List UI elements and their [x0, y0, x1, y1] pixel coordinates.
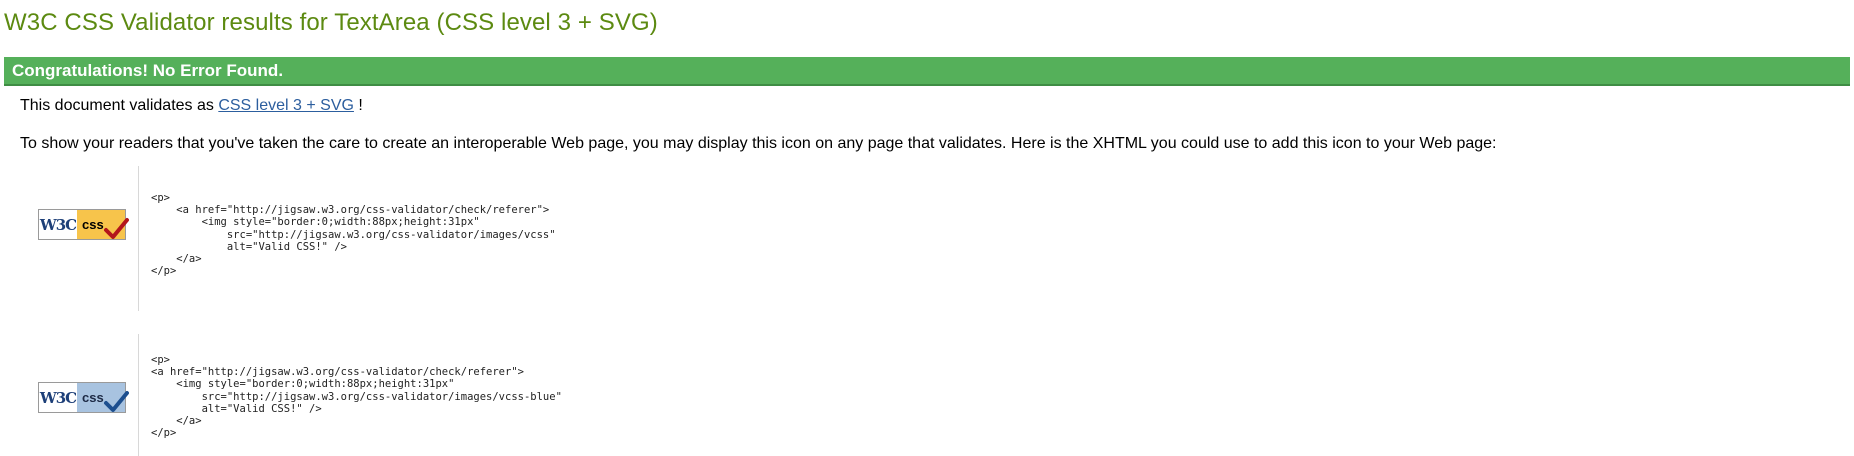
success-heading: Congratulations! No Error Found. [12, 61, 284, 80]
w3c-css-valid-badge-blue-icon[interactable]: W3C css [38, 382, 129, 413]
success-banner: Congratulations! No Error Found. [4, 57, 1850, 86]
code-snippet-gold[interactable]: <p> <a href="http://jigsaw.w3.org/css-va… [151, 192, 556, 277]
checkmark-icon [104, 218, 129, 239]
page-title: W3C CSS Validator results for TextArea (… [4, 9, 658, 36]
code-snippet-cell: <p> <a href="http://jigsaw.w3.org/css-va… [138, 166, 556, 311]
badge-w3c-label: W3C [39, 383, 77, 412]
w3c-css-valid-badge-gold-icon[interactable]: W3C css [38, 209, 129, 240]
validates-statement: This document validates as CSS level 3 +… [20, 97, 363, 115]
badge-css-section: css [77, 383, 129, 412]
readers-instructions: To show your readers that you've taken t… [20, 135, 1497, 152]
code-snippet-cell: <p> <a href="http://jigsaw.w3.org/css-va… [138, 334, 562, 456]
validates-suffix: ! [353, 97, 363, 114]
badge-css-label: css [82, 390, 104, 405]
code-snippet-blue[interactable]: <p> <a href="http://jigsaw.w3.org/css-va… [151, 354, 562, 439]
badge-w3c-label: W3C [39, 210, 77, 239]
validates-prefix: This document validates as [20, 97, 219, 114]
checkmark-icon [104, 391, 129, 412]
badge-css-label: css [82, 217, 104, 232]
css-profile-link[interactable]: CSS level 3 + SVG [218, 97, 354, 114]
badge-css-section: css [77, 210, 129, 239]
